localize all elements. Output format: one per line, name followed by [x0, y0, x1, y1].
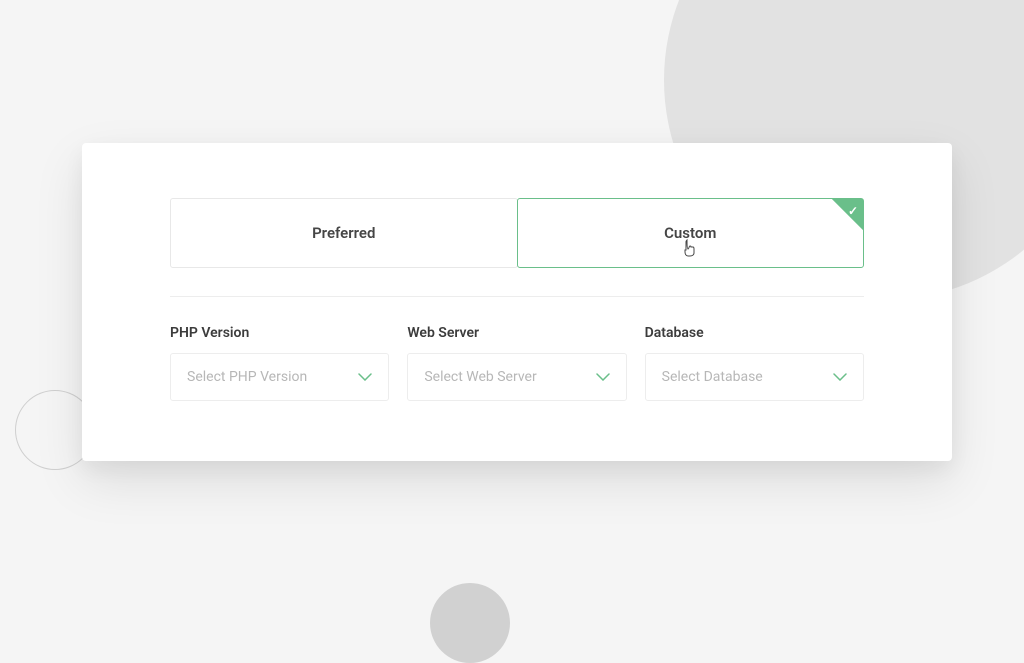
pointer-cursor-icon	[682, 239, 698, 261]
web-server-label: Web Server	[407, 325, 626, 341]
decorative-circle-bottom	[430, 583, 510, 663]
tab-preferred[interactable]: Preferred	[170, 198, 518, 268]
php-version-label: PHP Version	[170, 325, 389, 341]
config-card: Preferred Custom ✓ PHP Version Select PH…	[82, 143, 952, 461]
tab-custom[interactable]: Custom ✓	[517, 198, 865, 268]
web-server-select[interactable]: Select Web Server	[407, 353, 626, 401]
database-select[interactable]: Select Database	[645, 353, 864, 401]
chevron-down-icon	[358, 373, 372, 381]
chevron-down-icon	[596, 373, 610, 381]
database-label: Database	[645, 325, 864, 341]
tab-preferred-label: Preferred	[312, 224, 375, 242]
fields-row: PHP Version Select PHP Version Web Serve…	[170, 325, 864, 401]
check-icon: ✓	[848, 204, 858, 218]
php-version-select[interactable]: Select PHP Version	[170, 353, 389, 401]
database-field: Database Select Database	[645, 325, 864, 401]
database-placeholder: Select Database	[662, 369, 763, 385]
web-server-field: Web Server Select Web Server	[407, 325, 626, 401]
php-version-placeholder: Select PHP Version	[187, 369, 307, 385]
php-version-field: PHP Version Select PHP Version	[170, 325, 389, 401]
web-server-placeholder: Select Web Server	[424, 369, 536, 385]
selected-corner: ✓	[819, 199, 863, 243]
tab-group: Preferred Custom ✓	[170, 198, 864, 297]
chevron-down-icon	[833, 373, 847, 381]
